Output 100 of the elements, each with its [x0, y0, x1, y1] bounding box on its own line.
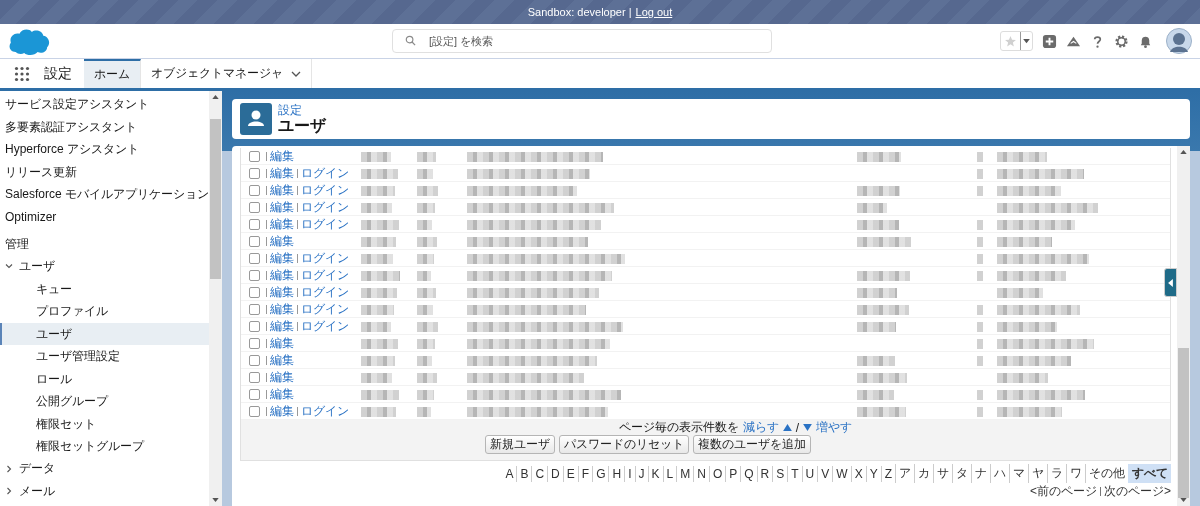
letter-filter-link[interactable]: ワ [1066, 464, 1085, 483]
scroll-down-icon[interactable] [212, 498, 219, 502]
edit-link[interactable]: 編集 [270, 335, 294, 352]
scrollbar-thumb[interactable] [210, 119, 221, 279]
action-button[interactable]: パスワードのリセット [559, 435, 689, 454]
scroll-up-icon[interactable] [212, 95, 219, 99]
sidebar-item[interactable]: 多要素認証アシスタント [0, 115, 209, 138]
sidebar-item[interactable]: プロファイル [0, 300, 209, 323]
letter-filter-link[interactable]: V [817, 465, 833, 482]
fewer-link[interactable]: 減らす [742, 419, 779, 436]
letter-filter-link[interactable]: ハ [990, 464, 1009, 483]
letter-filter-link[interactable]: J [634, 465, 648, 482]
edit-link[interactable]: 編集 [270, 199, 294, 216]
edit-link[interactable]: 編集 [270, 165, 294, 182]
action-button[interactable]: 複数のユーザを追加 [693, 435, 811, 454]
sidebar-item[interactable]: サービス設定アシスタント [0, 93, 209, 116]
row-checkbox[interactable] [249, 287, 260, 298]
letter-filter-link[interactable]: W [832, 465, 851, 482]
login-link[interactable]: ログイン [301, 403, 349, 420]
letter-filter-link[interactable]: X [850, 465, 866, 482]
row-checkbox[interactable] [249, 355, 260, 366]
login-link[interactable]: ログイン [301, 182, 349, 199]
sidebar-group[interactable]: データ [0, 457, 209, 480]
letter-filter-link[interactable]: ラ [1047, 464, 1066, 483]
row-checkbox[interactable] [249, 389, 260, 400]
sidebar-item[interactable]: Optimizer [0, 205, 209, 228]
row-checkbox[interactable] [249, 185, 260, 196]
action-button[interactable]: 新規ユーザ [485, 435, 555, 454]
letter-filter-link[interactable]: R [756, 465, 773, 482]
letter-filter-link[interactable]: Q [740, 465, 757, 482]
letter-filter-link[interactable]: K [647, 465, 663, 482]
app-launcher-icon[interactable] [14, 65, 30, 82]
scrollbar[interactable] [1177, 146, 1190, 506]
breadcrumb-link[interactable]: 設定 [278, 103, 326, 117]
sidebar-item[interactable]: ユーザ管理設定 [0, 345, 209, 368]
sidebar-item[interactable]: ロール [0, 367, 209, 390]
nav-tab[interactable]: ホーム [84, 59, 141, 88]
edit-link[interactable]: 編集 [270, 148, 294, 165]
sidebar-item[interactable]: Salesforce モバイルアプリケーション [0, 183, 209, 206]
letter-filter-link[interactable]: M [676, 465, 694, 482]
row-checkbox[interactable] [249, 406, 260, 417]
letter-filter-link[interactable]: L [662, 465, 677, 482]
letter-filter-link[interactable]: Y [865, 465, 881, 482]
edit-link[interactable]: 編集 [270, 318, 294, 335]
edit-link[interactable]: 編集 [270, 403, 294, 420]
login-link[interactable]: ログイン [301, 165, 349, 182]
row-checkbox[interactable] [249, 372, 260, 383]
sidebar-group[interactable]: ユーザ [0, 255, 209, 278]
edit-link[interactable]: 編集 [270, 182, 294, 199]
letter-filter-link[interactable]: マ [1009, 464, 1028, 483]
more-link[interactable]: 増やす [816, 419, 853, 436]
letter-filter-link[interactable]: P [725, 465, 741, 482]
sidebar-item[interactable]: 権限セット [0, 412, 209, 435]
letter-filter-link[interactable]: F [577, 465, 593, 482]
row-checkbox[interactable] [249, 321, 260, 332]
logout-link[interactable]: Log out [635, 6, 673, 18]
letter-filter-link[interactable]: E [562, 465, 578, 482]
letter-filter-link[interactable]: I [624, 465, 635, 482]
sidebar-item[interactable]: Hyperforce アシスタント [0, 138, 209, 161]
sidebar-item[interactable]: 権限セットグループ [0, 435, 209, 458]
login-link[interactable]: ログイン [301, 301, 349, 318]
edit-link[interactable]: 編集 [270, 386, 294, 403]
login-link[interactable]: ログイン [301, 267, 349, 284]
edit-link[interactable]: 編集 [270, 301, 294, 318]
letter-filter-link[interactable]: Z [880, 465, 895, 482]
letter-filter-link[interactable]: B [516, 465, 532, 482]
letter-filter-link[interactable]: ヤ [1028, 464, 1047, 483]
login-link[interactable]: ログイン [301, 199, 349, 216]
scrollbar-thumb[interactable] [1178, 348, 1189, 498]
favorites-button[interactable] [1000, 31, 1033, 51]
next-page-link[interactable]: 次のページ> [1104, 483, 1171, 500]
row-checkbox[interactable] [249, 168, 260, 179]
edit-link[interactable]: 編集 [270, 250, 294, 267]
letter-filter-link[interactable]: ナ [971, 464, 990, 483]
row-checkbox[interactable] [249, 219, 260, 230]
scrollbar[interactable] [209, 91, 222, 506]
row-checkbox[interactable] [249, 270, 260, 281]
sidebar-item[interactable]: リリース更新 [0, 160, 209, 183]
sidebar-group[interactable]: メール [0, 480, 209, 503]
nav-tab[interactable]: オブジェクトマネージャ [141, 59, 312, 88]
letter-filter-link[interactable]: すべて [1128, 464, 1171, 483]
letter-filter-link[interactable]: D [547, 465, 563, 482]
row-checkbox[interactable] [249, 338, 260, 349]
edit-link[interactable]: 編集 [270, 284, 294, 301]
letter-filter-link[interactable]: サ [933, 464, 952, 483]
row-checkbox[interactable] [249, 253, 260, 264]
avatar[interactable] [1166, 28, 1192, 54]
row-checkbox[interactable] [249, 236, 260, 247]
login-link[interactable]: ログイン [301, 250, 349, 267]
letter-filter-link[interactable]: カ [914, 464, 933, 483]
previous-page-link[interactable]: <前のページ [1029, 483, 1097, 500]
edit-link[interactable]: 編集 [270, 352, 294, 369]
letter-filter-link[interactable]: G [592, 465, 609, 482]
search-field[interactable]: [設定] を検索 [392, 29, 772, 53]
edit-link[interactable]: 編集 [270, 369, 294, 386]
letter-filter-link[interactable]: U [801, 465, 818, 482]
letter-filter-link[interactable]: H [608, 465, 625, 482]
sidebar-item[interactable]: 公開グループ [0, 390, 209, 413]
login-link[interactable]: ログイン [301, 284, 349, 301]
letter-filter-link[interactable]: N [693, 465, 709, 482]
